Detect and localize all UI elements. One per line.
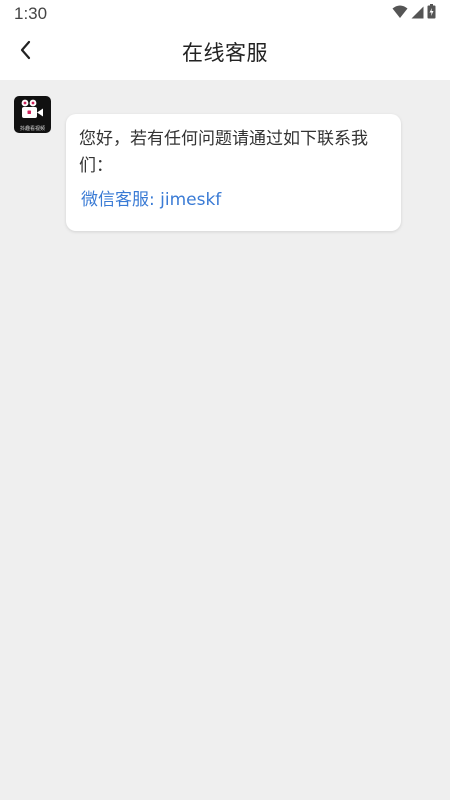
signal-icon [411, 4, 424, 23]
battery-icon [427, 3, 436, 23]
page-title: 在线客服 [182, 41, 268, 65]
chat-area: 抖趣看视频 您好，若有任何问题请通过如下联系我们： 微信客服: jimeskf [0, 80, 450, 800]
app-bar: 在线客服 [0, 28, 450, 80]
status-icons [392, 3, 436, 23]
wechat-contact-link[interactable]: 微信客服: jimeskf [79, 188, 387, 212]
message-bubble: 您好，若有任何问题请通过如下联系我们： 微信客服: jimeskf [66, 114, 401, 231]
avatar: 抖趣看视频 [14, 96, 51, 133]
wifi-icon [392, 4, 408, 23]
avatar-caption: 抖趣看视频 [19, 126, 45, 132]
status-bar: 1:30 [0, 0, 450, 28]
app-logo-icon [21, 99, 43, 118]
message-text: 您好，若有任何问题请通过如下联系我们： [79, 129, 368, 176]
status-time: 1:30 [14, 4, 48, 23]
